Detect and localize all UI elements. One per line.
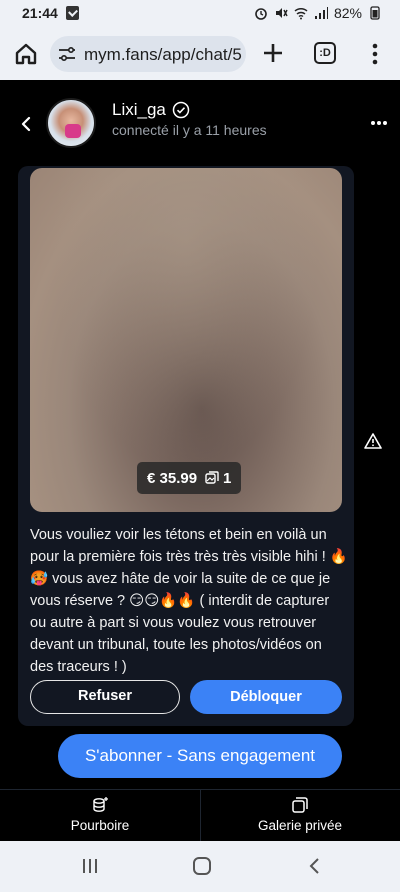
status-time: 21:44	[22, 5, 58, 21]
home-nav-icon[interactable]	[193, 857, 211, 875]
address-bar[interactable]: mym.fans/app/chat/5	[50, 36, 246, 72]
status-bar: 21:44 82%	[0, 0, 400, 28]
creator-name[interactable]: Lixi_ga	[112, 100, 190, 120]
back-arrow-icon[interactable]	[18, 116, 34, 132]
unlock-button[interactable]: Débloquer	[190, 680, 342, 714]
browser-toolbar: mym.fans/app/chat/5 :D	[0, 28, 400, 80]
recents-icon[interactable]	[82, 857, 98, 875]
gallery-label: Galerie privée	[257, 818, 343, 833]
avatar[interactable]	[46, 98, 96, 148]
price-text: € 35.99	[147, 469, 198, 487]
tab-switcher-button[interactable]: :D	[314, 42, 336, 64]
alarm-icon	[255, 8, 267, 20]
last-seen-status: connecté il y a 11 heures	[112, 122, 267, 138]
system-nav-bar	[0, 841, 400, 892]
coins-icon	[93, 797, 108, 812]
gallery-icon	[205, 471, 219, 484]
tip-label: Pourboire	[70, 818, 130, 833]
private-gallery-button[interactable]: Galerie privée	[200, 796, 400, 833]
media-count-text: 1	[223, 469, 232, 487]
tip-button[interactable]: Pourboire	[0, 796, 200, 833]
message-text: Vous vouliez voir les tétons et bein en …	[30, 527, 348, 675]
gallery-icon	[292, 797, 308, 813]
mute-icon	[275, 8, 288, 18]
wifi-icon	[294, 7, 308, 20]
signal-icon	[314, 7, 328, 19]
verified-icon	[172, 101, 190, 119]
report-warning-icon[interactable]	[364, 432, 382, 450]
back-nav-icon[interactable]	[308, 857, 320, 875]
url-text: mym.fans/app/chat/5	[84, 45, 242, 64]
new-tab-icon[interactable]	[260, 40, 286, 66]
subscribe-button[interactable]: S'abonner - Sans engagement	[58, 734, 342, 778]
chat-header: Lixi_ga connecté il y a 11 heures	[0, 80, 400, 166]
paid-message-card: € 35.99 1 Vous vouliez voir les tétons e…	[18, 166, 354, 726]
battery-icon	[370, 6, 380, 20]
notification-icon	[66, 6, 79, 20]
username-text: Lixi_ga	[112, 100, 166, 119]
more-options-icon[interactable]	[370, 120, 388, 126]
bottom-action-bar: Pourboire Galerie privée	[0, 789, 400, 842]
browser-menu-icon[interactable]	[366, 42, 384, 66]
site-settings-icon[interactable]	[58, 46, 76, 62]
media-count: 1	[205, 470, 231, 487]
refuse-button[interactable]: Refuser	[30, 680, 180, 714]
battery-percent: 82%	[333, 5, 362, 21]
blurred-media-preview[interactable]: € 35.99 1	[30, 168, 342, 512]
home-icon[interactable]	[12, 40, 40, 68]
price-badge: € 35.99 1	[137, 462, 242, 494]
status-icons: 82%	[254, 5, 382, 21]
